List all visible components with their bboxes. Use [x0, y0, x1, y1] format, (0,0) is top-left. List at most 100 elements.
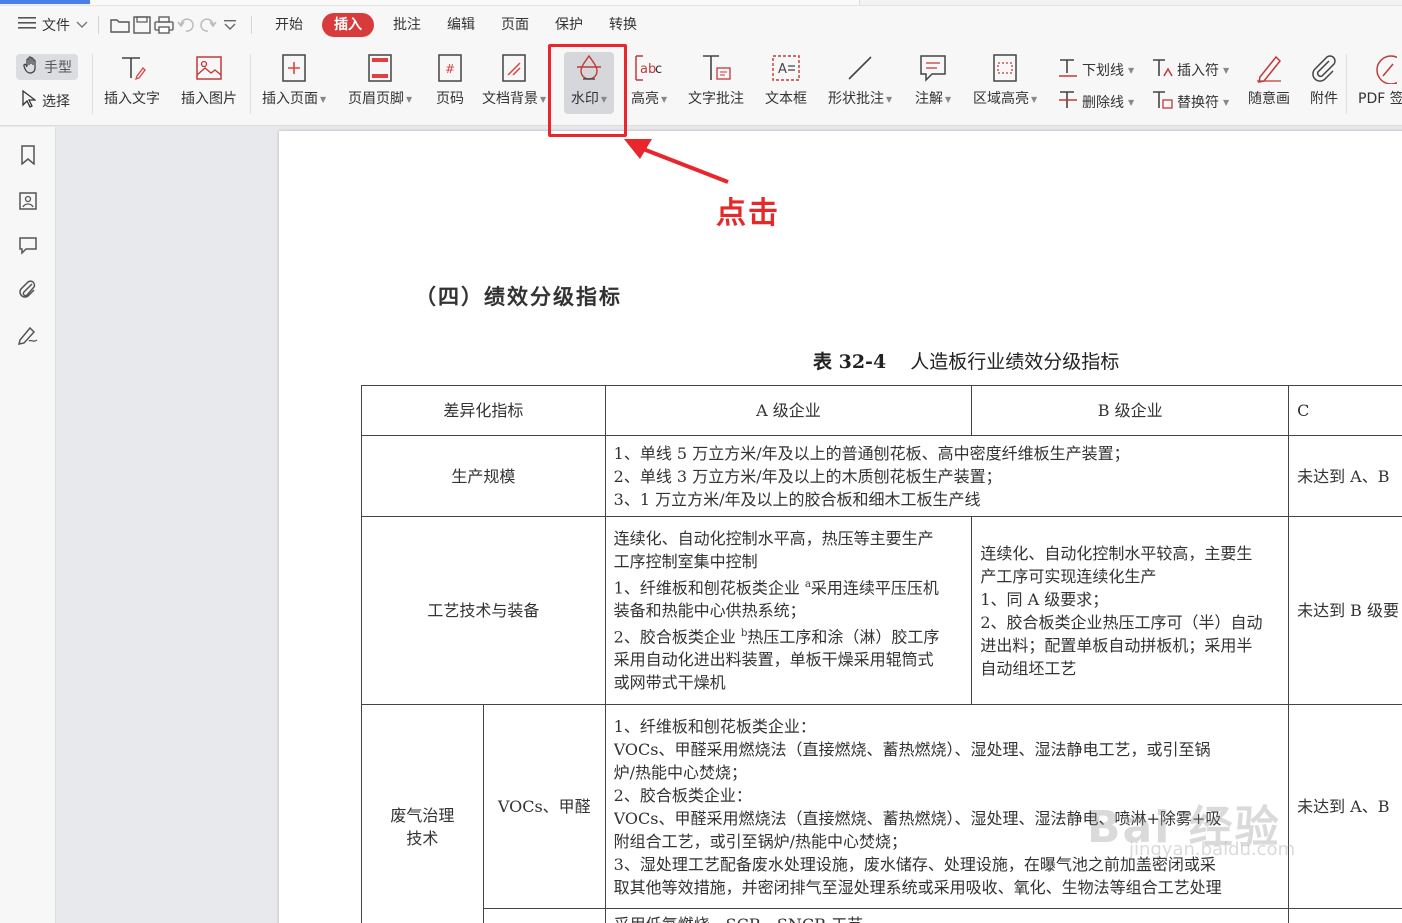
attachment-sidebar-icon[interactable] — [16, 277, 40, 301]
file-menu-label: 文件 — [42, 18, 70, 34]
tab-convert[interactable]: 转换 — [596, 13, 650, 37]
text-insert-icon — [116, 52, 148, 84]
document-page: （四）绩效分级指标 表 32-4 人造板行业绩效分级指标 差异化指标 A 级企业… — [279, 131, 1402, 923]
highlight-abc-icon: ab c — [633, 52, 665, 84]
cell-line: 连续化、自动化控制水平较高，主要生 — [980, 543, 1253, 563]
cell-line: 1、纤维板和刨花板类企业 a采用连续平压压机 — [614, 573, 964, 599]
baidu-watermark-url: jingyan.baidu.com — [1129, 839, 1296, 860]
insert-image-label: 插入图片 — [181, 91, 237, 107]
area-highlight-button[interactable]: 区域高亮 ▼ — [973, 52, 1037, 108]
insert-mark-icon — [1151, 58, 1173, 82]
pdf-sign-label: PDF 签 — [1358, 91, 1402, 107]
text-annotation-button[interactable]: 文字批注 — [688, 52, 744, 108]
hand-tool-button[interactable]: 手型 — [16, 54, 78, 80]
cell-line: 炉/热能中心焚烧； — [613, 762, 748, 782]
tab-edit[interactable]: 编辑 — [434, 13, 488, 37]
attachment-label: 附件 — [1310, 91, 1338, 107]
dropdown-arrow-icon: ▼ — [1031, 94, 1038, 104]
print-icon[interactable] — [153, 14, 175, 36]
tab-page[interactable]: 页面 — [488, 13, 542, 37]
bookmark-icon[interactable] — [16, 143, 40, 167]
dropdown-arrow-icon: ▼ — [1128, 65, 1135, 75]
tab-insert[interactable]: 插入 — [322, 13, 374, 37]
cell-line: 采用自动化进出料装置，单板干燥采用辊筒式 — [613, 650, 934, 670]
thumbnail-icon[interactable] — [16, 189, 40, 213]
cell-text: 2、胶合板类企业 — [613, 627, 736, 647]
open-folder-icon[interactable] — [109, 14, 131, 36]
textbox-button[interactable]: A 文本框 — [765, 52, 807, 108]
table-cell: 未达到 A、B — [1288, 435, 1402, 517]
cell-line: 工序控制室集中控制 — [613, 551, 758, 571]
textbox-icon: A — [770, 52, 802, 84]
paperclip-icon — [1308, 52, 1340, 84]
table-caption-title: 人造板行业绩效分级指标 — [910, 351, 1120, 373]
insert-image-button[interactable]: 插入图片 — [181, 52, 237, 108]
active-tab-indicator — [0, 0, 90, 4]
dropdown-arrow-icon: ▼ — [1223, 65, 1230, 75]
left-sidebar — [0, 127, 56, 923]
strikethrough-label: 删除线 — [1082, 95, 1124, 111]
attachment-button[interactable]: 附件 — [1308, 52, 1340, 108]
select-tool-button[interactable]: 选择 — [22, 89, 70, 112]
svg-text:A: A — [778, 62, 787, 77]
redo-icon[interactable] — [197, 14, 219, 36]
svg-text:#: # — [445, 62, 455, 76]
shape-annotation-button[interactable]: 形状批注 ▼ — [828, 52, 892, 108]
undo-icon[interactable] — [175, 14, 197, 36]
file-menu[interactable]: 文件 — [18, 15, 88, 35]
signature-icon[interactable] — [16, 323, 40, 347]
comment-icon[interactable] — [16, 233, 40, 257]
underline-button[interactable]: 下划线 ▼ — [1058, 58, 1134, 82]
document-tab[interactable] — [90, 0, 860, 5]
underline-label: 下划线 — [1082, 63, 1124, 79]
page-add-icon — [278, 52, 310, 84]
pdf-sign-button[interactable]: PDF 签 — [1358, 52, 1402, 108]
customize-dropdown-icon[interactable] — [219, 14, 241, 36]
text-annotation-icon — [700, 52, 732, 84]
page-number-button[interactable]: # 页码 — [434, 52, 466, 108]
svg-text:ab: ab — [640, 62, 656, 77]
row-label: 工艺技术与装备 — [361, 516, 606, 705]
doc-background-label: 文档背景 — [482, 91, 538, 107]
table-cell: 采用低氮燃烧、SCR、SNCR 工艺 — [604, 908, 1290, 923]
tab-protect[interactable]: 保护 — [542, 13, 596, 37]
save-icon[interactable] — [131, 14, 153, 36]
tab-home[interactable]: 开始 — [262, 13, 316, 37]
header-footer-button[interactable]: 页眉页脚 ▼ — [348, 52, 412, 108]
divider — [98, 16, 99, 34]
sub-label: VOCs、甲醛 — [482, 704, 606, 909]
header-footer-icon — [364, 52, 396, 84]
doc-background-button[interactable]: 文档背景 ▼ — [482, 52, 546, 108]
table-cell: 未达到 A、B — [1288, 704, 1402, 909]
strikethrough-button[interactable]: 删除线 ▼ — [1058, 90, 1134, 114]
ribbon-toolbar: 手型 选择 插入文字 插入图片 插入页面 ▼ 页眉页脚 ▼ # 页码 文档背景 … — [0, 44, 1402, 126]
strikethrough-icon — [1058, 90, 1078, 114]
table-row: 工艺技术与装备 连续化、自动化控制水平高，热压等主要生产 工序控制室集中控制 1… — [361, 516, 1402, 705]
insert-page-button[interactable]: 插入页面 ▼ — [262, 52, 326, 108]
menubar: 文件 开始 插入 批注 编辑 页面 保护 转换 — [0, 6, 1402, 44]
freehand-button[interactable]: 随意画 — [1248, 52, 1290, 108]
insert-text-label: 插入文字 — [104, 91, 160, 107]
cell-line: 2、胶合板类企业热压工序可（半）自动 — [980, 612, 1263, 632]
highlight-button[interactable]: ab c 高亮 ▼ — [631, 52, 667, 108]
background-icon — [498, 52, 530, 84]
tab-annotate[interactable]: 批注 — [380, 13, 434, 37]
pointer-arrow-icon — [624, 139, 729, 184]
cell-text: 1、纤维板和刨花板类企业 — [613, 578, 800, 597]
replace-mark-button[interactable]: 替换符 ▼ — [1151, 90, 1229, 114]
header-footer-label: 页眉页脚 — [348, 91, 404, 107]
text-annotation-label: 文字批注 — [688, 91, 744, 107]
textbox-label: 文本框 — [765, 91, 807, 107]
replace-mark-label: 替换符 — [1177, 95, 1219, 111]
area-highlight-icon — [989, 52, 1021, 84]
replace-mark-icon — [1151, 90, 1173, 114]
insert-mark-button[interactable]: 插入符 ▼ — [1151, 58, 1229, 82]
insert-text-button[interactable]: 插入文字 — [104, 52, 160, 108]
hand-icon — [22, 56, 40, 78]
note-button[interactable]: 注解 ▼ — [915, 52, 951, 108]
table-row: 采用低氮燃烧、SCR、SNCR 工艺 — [362, 908, 1402, 923]
dropdown-arrow-icon: ▼ — [320, 94, 327, 104]
line-shape-icon — [844, 52, 876, 84]
cell-line: 进出料；配置单板自动拼板机；采用半 — [980, 635, 1253, 655]
cell-line: 装备和热能中心供热系统； — [613, 601, 806, 620]
